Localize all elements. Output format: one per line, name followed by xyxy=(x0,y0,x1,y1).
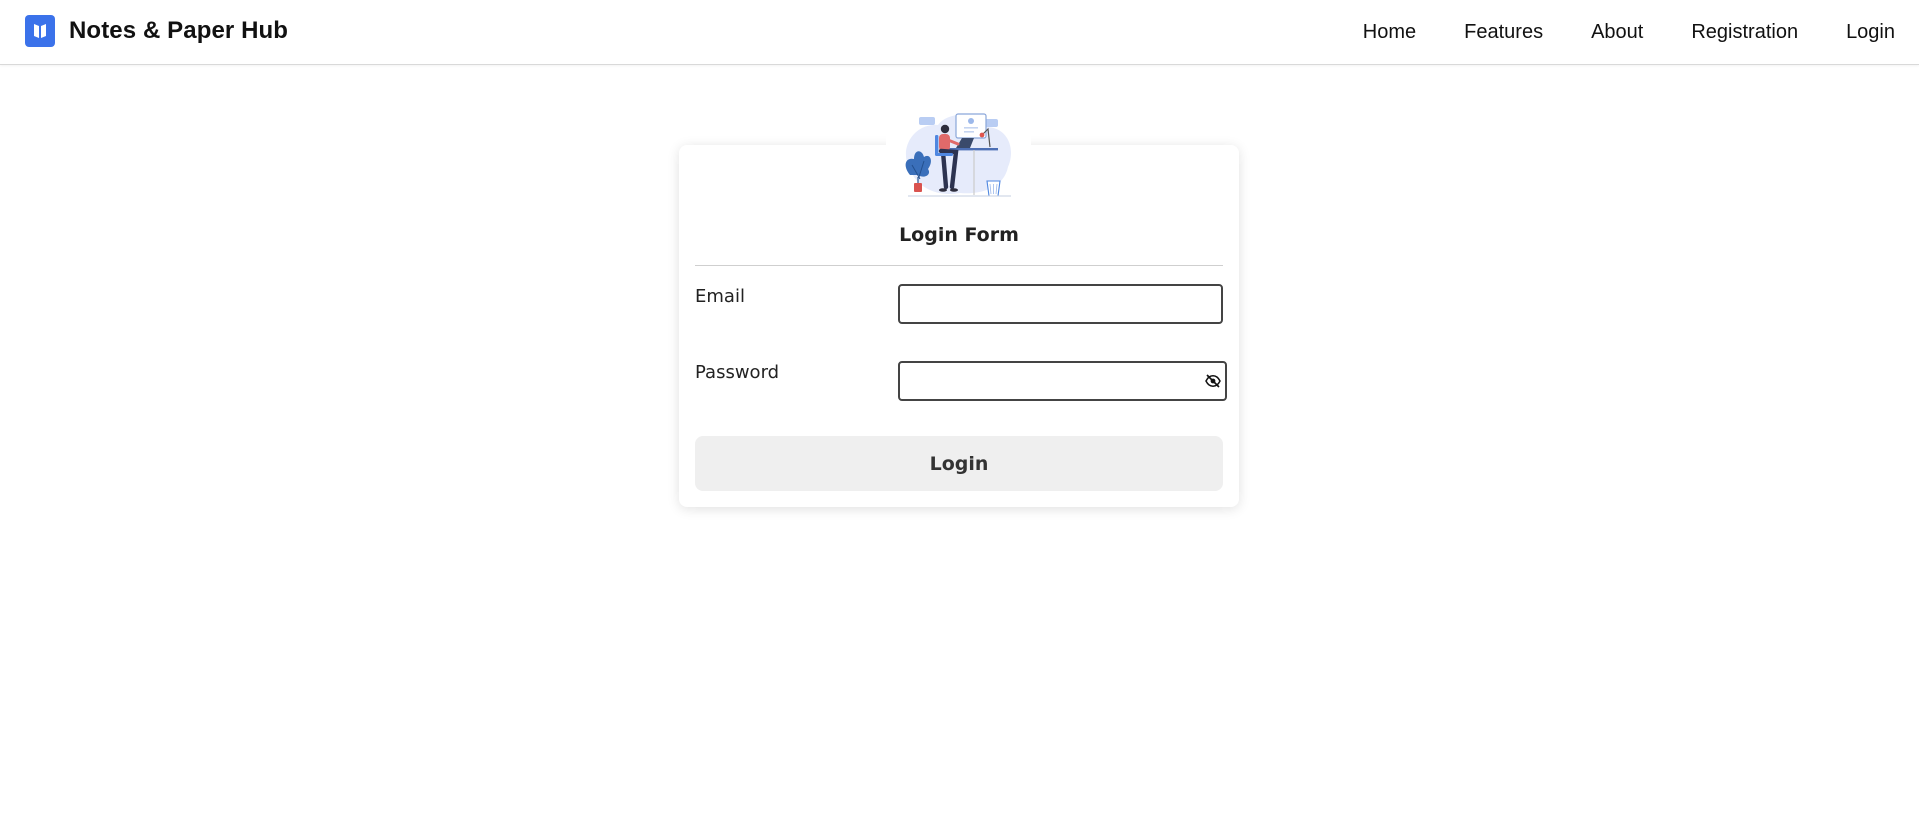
nav-registration-link[interactable]: Registration xyxy=(1691,20,1798,44)
login-button[interactable]: Login xyxy=(695,436,1223,491)
brand-title: Notes & Paper Hub xyxy=(69,17,289,44)
nav-features-link[interactable]: Features xyxy=(1464,20,1543,44)
main-nav: Home Features About Registration Login xyxy=(1363,20,1895,44)
title-divider xyxy=(695,265,1223,266)
top-navbar: Notes & Paper Hub Home Features About Re… xyxy=(0,0,1919,65)
eye-slash-icon[interactable] xyxy=(1204,372,1222,390)
login-illustration xyxy=(886,105,1031,205)
nav-about-link[interactable]: About xyxy=(1591,20,1643,44)
email-label: Email xyxy=(695,286,745,307)
brand-link[interactable]: Notes & Paper Hub xyxy=(25,15,288,47)
nav-home-link[interactable]: Home xyxy=(1363,20,1416,44)
nav-login-link[interactable]: Login xyxy=(1846,20,1895,44)
password-field[interactable] xyxy=(898,361,1227,401)
login-form-title: Login Form xyxy=(899,224,1019,246)
email-field[interactable] xyxy=(898,284,1223,324)
bookmark-icon xyxy=(25,15,55,47)
password-label: Password xyxy=(695,362,780,383)
